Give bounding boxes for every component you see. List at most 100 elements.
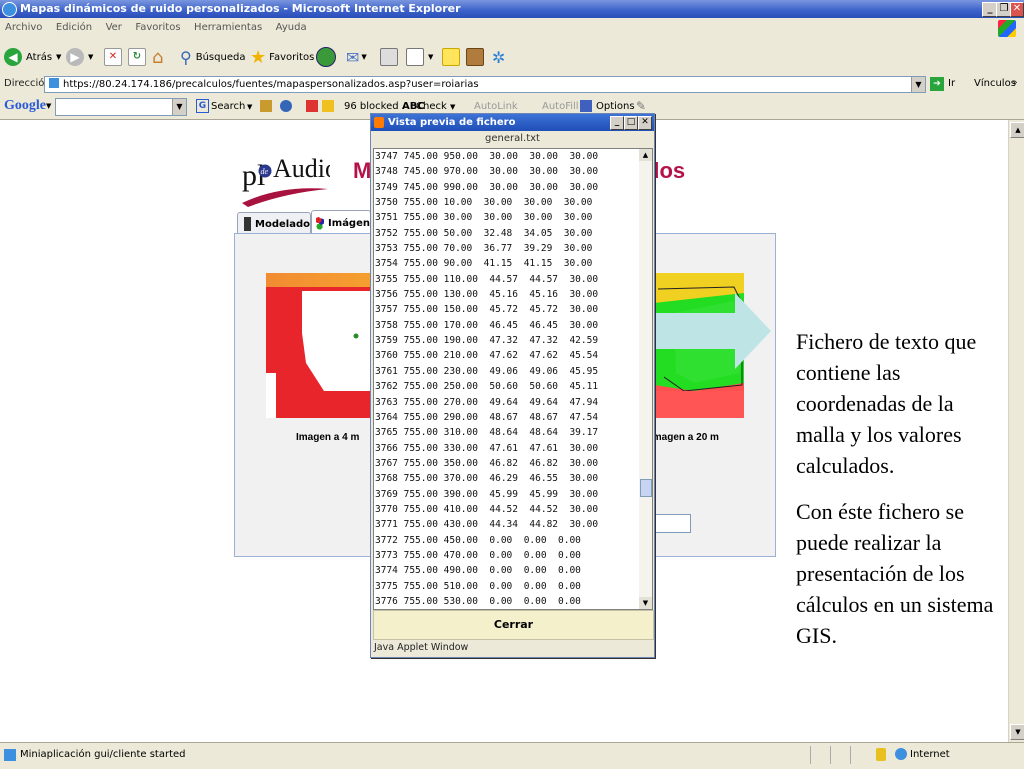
menu-herramientas[interactable]: Herramientas (189, 18, 267, 37)
go-arrow-icon[interactable]: ➔ (930, 77, 944, 91)
file-row: 3755 755.00 110.00 44.57 44.57 30.00 (375, 273, 599, 285)
mail-icon: ✉ (346, 47, 360, 67)
research-button[interactable] (466, 46, 484, 68)
chevron-down-icon[interactable]: ▼ (46, 102, 51, 110)
file-row: 3768 755.00 370.00 46.29 46.55 30.00 (375, 473, 599, 485)
file-row: 3752 755.00 50.00 32.48 34.05 30.00 (375, 227, 593, 239)
search-icon: ⚲ (180, 47, 192, 67)
file-row: 3754 755.00 90.00 41.15 41.15 30.00 (375, 258, 593, 270)
file-row: 3765 755.00 310.00 48.64 48.64 39.17 (375, 427, 599, 439)
page-title: M (353, 158, 372, 183)
dialog-scrollbar[interactable]: ▲ ▼ (639, 148, 653, 610)
chevron-down-icon[interactable]: ▼ (450, 103, 455, 111)
scroll-down-button[interactable]: ▼ (1010, 724, 1024, 740)
description-paragraph-1: Fichero de texto que contiene las coorde… (796, 329, 977, 478)
scroll-up-button[interactable]: ▲ (1010, 122, 1024, 138)
file-preview-dialog: Vista previa de fichero _ □ ✕ general.tx… (370, 113, 655, 658)
research-icon (466, 48, 484, 66)
home-icon: ⌂ (152, 46, 164, 68)
site-search-icon[interactable] (260, 100, 272, 112)
menu-ver[interactable]: Ver (101, 18, 127, 37)
menu-archivo[interactable]: Archivo (0, 18, 47, 37)
panel-input[interactable] (652, 514, 691, 533)
dialog-scroll-thumb[interactable] (640, 479, 652, 497)
mail-button[interactable]: ✉ ▼ (346, 46, 367, 68)
dialog-filename: general.txt (485, 133, 540, 144)
history-button[interactable] (316, 46, 336, 68)
go-button[interactable]: Ir (948, 78, 955, 89)
dialog-scroll-down-button[interactable]: ▼ (639, 597, 652, 609)
dialog-close-button[interactable]: ✕ (638, 116, 652, 130)
file-row: 3767 755.00 350.00 46.82 46.82 30.00 (375, 457, 599, 469)
edit-button[interactable]: ▼ (406, 46, 433, 68)
google-search-button[interactable]: Search (211, 101, 245, 112)
check-button[interactable]: Check (416, 101, 447, 112)
options-button[interactable]: Options (596, 101, 635, 112)
pencil-icon[interactable]: ✎ (636, 99, 646, 113)
notes-button[interactable] (442, 46, 460, 68)
stop-icon: ✕ (104, 48, 122, 66)
lock-icon (876, 748, 886, 761)
tab-modelado[interactable]: Modelado (237, 212, 311, 235)
forward-button[interactable]: ▶ ▼ (66, 46, 93, 68)
callout-arrow (655, 293, 771, 369)
file-row: 3766 755.00 330.00 47.61 47.61 30.00 (375, 442, 599, 454)
options-icon (580, 100, 592, 112)
dialog-scroll-up-button[interactable]: ▲ (639, 149, 652, 161)
file-row: 3772 755.00 450.00 0.00 0.00 0.00 (375, 534, 581, 546)
search-button[interactable]: ⚲ Búsqueda (180, 46, 245, 68)
favorites-star-icon: ★ (250, 46, 267, 68)
links-button[interactable]: Vínculos (974, 78, 1016, 89)
google-logo[interactable]: Google (4, 98, 46, 114)
file-row: 3771 755.00 430.00 44.34 44.82 30.00 (375, 519, 599, 531)
cerrar-button[interactable]: Cerrar (373, 610, 654, 640)
tab-imagen[interactable]: Imágen (311, 210, 371, 235)
refresh-button[interactable]: ↻ (128, 46, 146, 68)
dialog-title-bar[interactable]: Vista previa de fichero _ □ ✕ (371, 114, 654, 131)
planoaudio-logo: pl de Audio (242, 154, 330, 207)
autolink-button[interactable]: AutoLink (474, 101, 518, 112)
map-marker (353, 333, 359, 339)
address-dropdown-button[interactable]: ▼ (911, 77, 925, 92)
print-button[interactable] (380, 46, 398, 68)
stop-button[interactable]: ✕ (104, 46, 122, 68)
favorites-label: Favoritos (269, 51, 315, 63)
file-row: 3751 755.00 30.00 30.00 30.00 30.00 (375, 212, 593, 224)
file-row: 3761 755.00 230.00 49.06 49.06 45.95 (375, 365, 599, 377)
status-bar: Miniaplicación gui/cliente started Inter… (0, 742, 1024, 769)
popup-blocker-icon[interactable] (306, 100, 318, 112)
logo-text: Audio (273, 154, 330, 183)
page-scrollbar[interactable]: ▲ ▼ (1008, 120, 1024, 742)
history-icon (316, 47, 336, 67)
blocked-count[interactable]: 96 blocked (344, 101, 399, 112)
dialog-minimize-button[interactable]: _ (610, 116, 624, 130)
chevron-down-icon[interactable]: ▼ (247, 103, 252, 111)
file-row: 3775 755.00 510.00 0.00 0.00 0.00 (375, 580, 581, 592)
autofill-button[interactable]: AutoFill (542, 101, 579, 112)
file-row: 3758 755.00 170.00 46.45 46.45 30.00 (375, 319, 599, 331)
close-button[interactable]: ✕ (1010, 2, 1024, 17)
pagerank-icon[interactable] (280, 100, 292, 112)
home-button[interactable]: ⌂ (152, 46, 163, 68)
google-search-dropdown[interactable]: ▼ (172, 99, 186, 115)
menu-ayuda[interactable]: Ayuda (271, 18, 312, 37)
google-search-input[interactable]: ▼ (55, 98, 187, 116)
file-row: 3773 755.00 470.00 0.00 0.00 0.00 (375, 549, 581, 561)
file-row: 3747 745.00 950.00 30.00 30.00 30.00 (375, 151, 599, 162)
chevron-right-icon[interactable]: » (1012, 78, 1018, 88)
file-row: 3756 755.00 130.00 45.16 45.16 30.00 (375, 289, 599, 301)
menu-favoritos[interactable]: Favoritos (130, 18, 185, 37)
window-title-bar[interactable]: Mapas dinámicos de ruido personalizados … (0, 0, 1024, 18)
file-row: 3750 755.00 10.00 30.00 30.00 30.00 (375, 197, 593, 209)
back-label: Atrás (26, 51, 53, 63)
zone-label: Internet (910, 749, 950, 760)
messenger-button[interactable]: ✲ (492, 46, 505, 68)
favorites-button[interactable]: ★ Favoritos (250, 46, 314, 68)
menu-edicion[interactable]: Edición (51, 18, 97, 37)
blocked-icon (322, 100, 334, 112)
file-row: 3757 755.00 150.00 45.72 45.72 30.00 (375, 304, 599, 316)
back-button[interactable]: ◀ Atrás ▼ (4, 46, 61, 68)
dialog-maximize-button[interactable]: □ (624, 116, 638, 130)
address-input[interactable]: https://80.24.174.186/precalculos/fuente… (44, 76, 926, 93)
file-content-list[interactable]: 3747 745.00 950.00 30.00 30.00 30.00 3748… (373, 148, 640, 610)
